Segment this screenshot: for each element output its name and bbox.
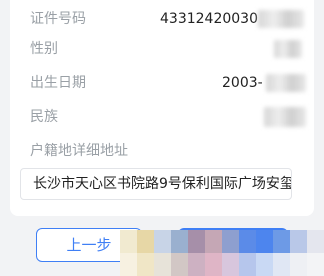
birth-date-label: 出生日期 [30,75,86,91]
id-number-mask [258,10,304,28]
ethnicity-label: 民族 [30,109,58,125]
privacy-mosaic [120,230,324,276]
birth-date-mask [266,74,306,92]
address-field[interactable]: 长沙市天心区书院路9号保利国际广场安玺 [20,168,292,200]
id-number-value: 43312420030 [160,11,258,27]
id-number-row: 证件号码 43312420030 [30,8,304,30]
birth-date-value: 2003- [222,75,263,91]
gender-mask [274,40,302,58]
ethnicity-row: 民族 [30,106,306,128]
id-number-label: 证件号码 [30,11,86,27]
address-label: 户籍地详细地址 [30,143,128,159]
ethnicity-mask [264,107,306,127]
gender-label: 性别 [30,41,58,57]
gender-row: 性别 [30,38,304,60]
address-label-row: 户籍地详细地址 [30,140,304,162]
address-value: 长沙市天心区书院路9号保利国际广场安玺 [33,176,292,192]
birth-date-row: 出生日期 2003- [30,72,306,94]
